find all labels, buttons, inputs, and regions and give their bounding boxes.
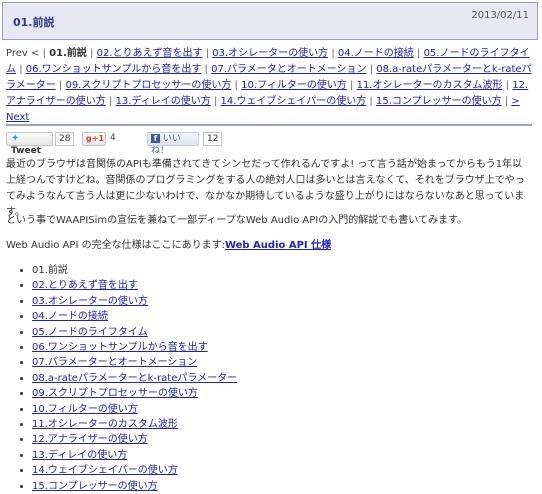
list-item: 02.とりあえず音を出す bbox=[32, 278, 237, 293]
list-item: 09.スクリプトプロセッサーの使い方 bbox=[32, 386, 237, 401]
nav-link-11[interactable]: 11.オシレーターのカスタム波形 bbox=[357, 80, 503, 91]
toc-link[interactable]: 12.アナライザーの使い方 bbox=[32, 434, 148, 445]
nav-link-06[interactable]: 06.ワンショットサンプルから音を出す bbox=[26, 64, 202, 75]
tweet-button[interactable]: ✦ Tweet bbox=[6, 132, 53, 156]
list-item: 07.パラメーターとオートメーション bbox=[32, 355, 237, 370]
table-of-contents: 01.前説 02.とりあえず音を出す 03.オシレーターの使い方 04.ノードの… bbox=[20, 263, 237, 494]
nav-link-09[interactable]: 09.スクリプトプロセッサーの使い方 bbox=[65, 80, 231, 91]
tweet-label: Tweet bbox=[11, 146, 41, 156]
list-item: 12.アナライザーの使い方 bbox=[32, 432, 237, 447]
page-header: 01.前説 2013/02/11 bbox=[2, 2, 538, 40]
chapter-nav: Prev < | 01.前説 | 02.とりあえず音を出す | 03.オシレータ… bbox=[6, 48, 532, 123]
toc-link[interactable]: 05.ノードのライフタイム bbox=[32, 327, 148, 338]
toc-link[interactable]: 11.オシレーターのカスタム波形 bbox=[32, 419, 178, 430]
toc-link[interactable]: 09.スクリプトプロセッサーの使い方 bbox=[32, 388, 198, 399]
toc-link[interactable]: 14.ウェイブシェイパーの使い方 bbox=[32, 465, 178, 476]
toc-link[interactable]: 07.パラメーターとオートメーション bbox=[32, 357, 197, 368]
list-item: 05.ノードのライフタイム bbox=[32, 325, 237, 340]
purpose-paragraph: という事でWAAPISimの宣伝を兼ねて一部ディープなWeb Audio API… bbox=[6, 215, 467, 226]
toc-link[interactable]: 13.ディレイの使い方 bbox=[32, 450, 127, 461]
like-count: 12 bbox=[203, 132, 223, 146]
toc-link[interactable]: 06.ワンショットサンプルから音を出す bbox=[32, 342, 208, 353]
list-item: 11.オシレーターのカスタム波形 bbox=[32, 417, 237, 432]
nav-link-10[interactable]: 10.フィルターの使い方 bbox=[241, 80, 347, 91]
gplus-count: 4 bbox=[110, 133, 116, 143]
toc-link[interactable]: 15.コンプレッサーの使い方 bbox=[32, 481, 158, 492]
toc-link[interactable]: 10.フィルターの使い方 bbox=[32, 404, 138, 415]
toc-link[interactable]: 03.オシレーターの使い方 bbox=[32, 296, 148, 307]
facebook-like-button[interactable]: f いいね！ bbox=[147, 132, 199, 156]
tweet-count: 28 bbox=[55, 132, 75, 146]
intro-paragraph: 最近のブラウザは音関係のAPIも準備されてきてシンセだって作れるんですよ! って… bbox=[6, 159, 525, 218]
nav-link-13[interactable]: 13.ディレイの使い方 bbox=[116, 96, 211, 107]
spec-paragraph: Web Audio API の完全な仕様はここにあります:Web Audio A… bbox=[6, 238, 532, 254]
spec-prefix: Web Audio API の完全な仕様はここにあります: bbox=[6, 240, 225, 251]
list-item: 14.ウェイブシェイパーの使い方 bbox=[32, 463, 237, 478]
nav-link-03[interactable]: 03.オシレーターの使い方 bbox=[212, 48, 328, 59]
spec-link[interactable]: Web Audio API 仕様 bbox=[225, 240, 331, 251]
gplus-button[interactable]: g+1 bbox=[82, 132, 106, 146]
gplus-label: +1 bbox=[91, 134, 105, 143]
nav-link-04[interactable]: 04.ノードの接続 bbox=[338, 48, 414, 59]
post-date: 2013/02/11 bbox=[471, 10, 529, 21]
toc-link[interactable]: 02.とりあえず音を出す bbox=[32, 280, 138, 291]
nav-link-15[interactable]: 15.コンプレッサーの使い方 bbox=[376, 96, 502, 107]
list-item: 10.フィルターの使い方 bbox=[32, 402, 237, 417]
nav-link-07[interactable]: 07.パラメータとオートメーション bbox=[211, 64, 366, 75]
list-item: 15.コンプレッサーの使い方 bbox=[32, 479, 237, 494]
toc-link[interactable]: 08.a-rateパラメーターとk-rateパラメーター bbox=[32, 373, 237, 384]
list-item: 06.ワンショットサンプルから音を出す bbox=[32, 340, 237, 355]
nav-prev: Prev < bbox=[6, 48, 40, 59]
divider bbox=[6, 124, 532, 126]
facebook-icon: f bbox=[151, 134, 160, 143]
list-item: 03.オシレーターの使い方 bbox=[32, 294, 237, 309]
list-item: 08.a-rateパラメーターとk-rateパラメーター bbox=[32, 371, 237, 386]
list-item: 13.ディレイの使い方 bbox=[32, 448, 237, 463]
nav-link-14[interactable]: 14.ウェイブシェイパーの使い方 bbox=[221, 96, 367, 107]
toc-item-current: 01.前説 bbox=[32, 263, 237, 278]
page-title: 01.前説 bbox=[13, 16, 55, 29]
toc-link[interactable]: 04.ノードの接続 bbox=[32, 311, 108, 322]
twitter-bird-icon: ✦ bbox=[11, 133, 20, 144]
toc-item-label: 01.前説 bbox=[32, 265, 68, 276]
nav-link-02[interactable]: 02.とりあえず音を出す bbox=[97, 48, 203, 59]
nav-current: 01.前説 bbox=[49, 48, 87, 59]
list-item: 04.ノードの接続 bbox=[32, 309, 237, 324]
